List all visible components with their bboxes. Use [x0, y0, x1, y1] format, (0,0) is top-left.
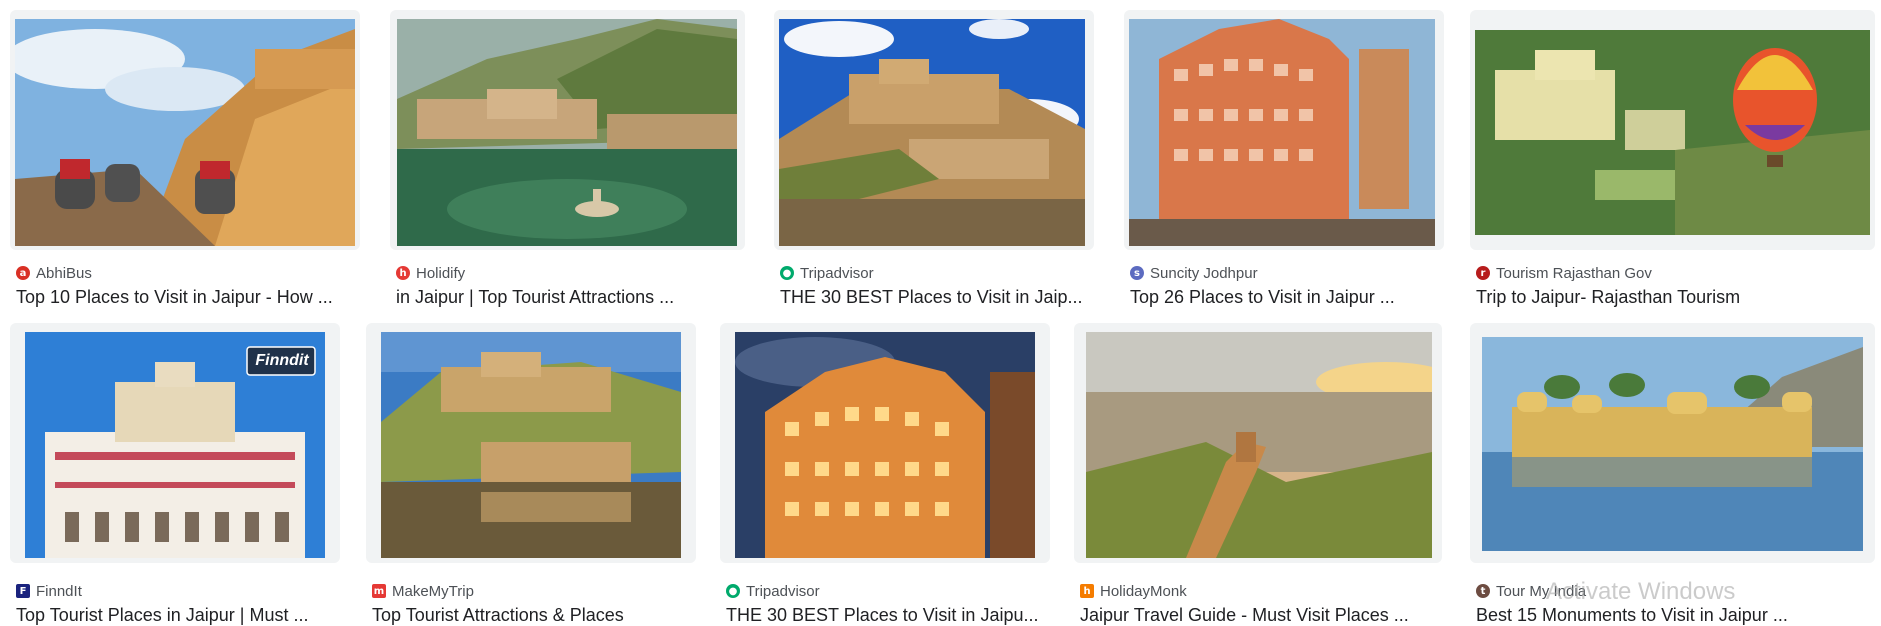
- result-thumbnail[interactable]: Finndit: [10, 323, 340, 563]
- result-title[interactable]: Top 10 Places to Visit in Jaipur - How .…: [16, 286, 356, 308]
- result-source[interactable]: F FinndIt: [16, 582, 82, 600]
- suncity-icon: s: [1130, 266, 1144, 280]
- result-thumbnail[interactable]: [1470, 10, 1875, 250]
- activate-windows-watermark: Activate Windows: [1546, 578, 1736, 605]
- result-thumbnail[interactable]: [720, 323, 1050, 563]
- rajasthan-gov-icon: r: [1476, 266, 1490, 280]
- image-result-card[interactable]: ● Tripadvisor THE 30 BEST Places to Visi…: [774, 10, 1094, 308]
- result-source[interactable]: r Tourism Rajasthan Gov: [1476, 264, 1652, 282]
- image-result-card[interactable]: ● Tripadvisor THE 30 BEST Places to Visi…: [720, 323, 1050, 625]
- result-title[interactable]: Top 26 Places to Visit in Jaipur ...: [1130, 286, 1442, 308]
- result-source[interactable]: h HolidayMonk: [1080, 582, 1187, 600]
- result-title[interactable]: Best 15 Monuments to Visit in Jaipur ...: [1476, 604, 1866, 626]
- source-label: HolidayMonk: [1100, 582, 1187, 600]
- source-label: AbhiBus: [36, 264, 92, 282]
- source-label: Holidify: [416, 264, 466, 282]
- source-label: Suncity Jodhpur: [1150, 264, 1258, 282]
- image-overlay-logo: Finndit: [255, 352, 309, 369]
- tourmyindia-icon: t: [1476, 584, 1490, 598]
- result-source[interactable]: s Suncity Jodhpur: [1130, 264, 1258, 282]
- source-label: FinndIt: [36, 582, 82, 600]
- result-thumbnail[interactable]: [366, 323, 696, 563]
- result-thumbnail[interactable]: [1470, 323, 1875, 563]
- image-result-card[interactable]: m MakeMyTrip Top Tourist Attractions & P…: [366, 323, 696, 625]
- abhibus-icon: a: [16, 266, 30, 280]
- image-result-card[interactable]: h Holidify in Jaipur | Top Tourist Attra…: [390, 10, 745, 308]
- result-source[interactable]: ● Tripadvisor: [726, 582, 820, 600]
- result-title[interactable]: Top Tourist Attractions & Places: [372, 604, 692, 626]
- result-thumbnail[interactable]: [774, 10, 1094, 250]
- result-title[interactable]: THE 30 BEST Places to Visit in Jaip...: [780, 286, 1092, 308]
- result-thumbnail[interactable]: [1074, 323, 1442, 563]
- result-source[interactable]: ● Tripadvisor: [780, 264, 874, 282]
- result-thumbnail[interactable]: [1124, 10, 1444, 250]
- result-title[interactable]: Trip to Jaipur- Rajasthan Tourism: [1476, 286, 1866, 308]
- result-title[interactable]: in Jaipur | Top Tourist Attractions ...: [396, 286, 736, 308]
- tripadvisor-owl-icon: ●: [780, 266, 794, 280]
- holidaymonk-icon: h: [1080, 584, 1094, 598]
- source-label: Tripadvisor: [800, 264, 874, 282]
- image-result-card[interactable]: Finndit F FinndIt Top Tourist Places in …: [10, 323, 340, 625]
- image-result-card[interactable]: t Tour My India Best 15 Monuments to Vis…: [1470, 323, 1875, 625]
- result-source[interactable]: h Holidify: [396, 264, 465, 282]
- result-thumbnail[interactable]: [10, 10, 360, 250]
- source-label: MakeMyTrip: [392, 582, 474, 600]
- result-title[interactable]: Jaipur Travel Guide - Must Visit Places …: [1080, 604, 1440, 626]
- image-result-card[interactable]: s Suncity Jodhpur Top 26 Places to Visit…: [1124, 10, 1444, 308]
- finndit-icon: F: [16, 584, 30, 598]
- result-title[interactable]: Top Tourist Places in Jaipur | Must ...: [16, 604, 336, 626]
- makemytrip-icon: m: [372, 584, 386, 598]
- source-label: Tourism Rajasthan Gov: [1496, 264, 1652, 282]
- image-result-card[interactable]: a AbhiBus Top 10 Places to Visit in Jaip…: [10, 10, 360, 308]
- result-source[interactable]: m MakeMyTrip: [372, 582, 474, 600]
- result-source[interactable]: a AbhiBus: [16, 264, 92, 282]
- image-result-card[interactable]: r Tourism Rajasthan Gov Trip to Jaipur- …: [1470, 10, 1875, 308]
- result-thumbnail[interactable]: [390, 10, 745, 250]
- holidify-icon: h: [396, 266, 410, 280]
- tripadvisor-owl-icon: ●: [726, 584, 740, 598]
- source-label: Tripadvisor: [746, 582, 820, 600]
- image-result-card[interactable]: h HolidayMonk Jaipur Travel Guide - Must…: [1074, 323, 1442, 625]
- result-title[interactable]: THE 30 BEST Places to Visit in Jaipu...: [726, 604, 1048, 626]
